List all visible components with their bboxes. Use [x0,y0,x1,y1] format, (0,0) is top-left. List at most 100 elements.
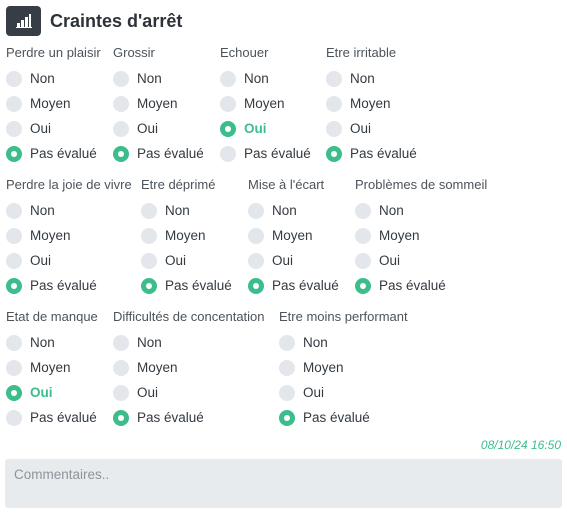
radio-unselected-icon[interactable] [248,253,264,269]
radio-unselected-icon[interactable] [220,96,236,112]
radio-unselected-icon[interactable] [279,385,295,401]
radio-option[interactable]: Non [6,71,55,87]
radio-unselected-icon[interactable] [6,96,22,112]
radio-option[interactable]: Moyen [355,228,420,244]
radio-selected-icon[interactable] [113,410,129,426]
radio-unselected-icon[interactable] [326,121,342,137]
radio-option[interactable]: Oui [6,385,53,401]
radio-unselected-icon[interactable] [141,228,157,244]
radio-option[interactable]: Pas évalué [6,410,97,426]
radio-option-label: Moyen [272,228,313,243]
radio-option[interactable]: Non [326,71,375,87]
comment-field[interactable] [5,459,562,508]
radio-option-label: Non [30,71,55,86]
radio-option[interactable]: Non [6,203,55,219]
radio-option-label: Pas évalué [379,278,446,293]
radio-unselected-icon[interactable] [355,203,371,219]
radio-unselected-icon[interactable] [141,253,157,269]
radio-option-label: Moyen [165,228,206,243]
radio-option-label: Moyen [30,96,71,111]
radio-option[interactable]: Oui [355,253,400,269]
radio-unselected-icon[interactable] [6,253,22,269]
radio-unselected-icon[interactable] [6,203,22,219]
radio-unselected-icon[interactable] [113,71,129,87]
radio-option[interactable]: Non [220,71,269,87]
radio-unselected-icon[interactable] [113,96,129,112]
radio-selected-icon[interactable] [6,278,22,294]
radio-option[interactable]: Moyen [6,96,71,112]
radio-option[interactable]: Pas évalué [279,410,370,426]
radio-unselected-icon[interactable] [113,335,129,351]
radio-option[interactable]: Oui [248,253,293,269]
radio-unselected-icon[interactable] [326,71,342,87]
radio-option[interactable]: Oui [279,385,324,401]
radio-option[interactable]: Non [279,335,328,351]
radio-option[interactable]: Pas évalué [220,146,311,162]
radio-unselected-icon[interactable] [355,253,371,269]
radio-option[interactable]: Moyen [326,96,391,112]
radio-option[interactable]: Oui [6,253,51,269]
radio-unselected-icon[interactable] [220,146,236,162]
radio-option[interactable]: Moyen [113,360,178,376]
radio-selected-icon[interactable] [6,146,22,162]
radio-group: Etre déprimé Non Moyen Oui Pas évalué [141,177,232,294]
radio-option[interactable]: Oui [326,121,371,137]
radio-option[interactable]: Oui [113,121,158,137]
radio-unselected-icon[interactable] [113,385,129,401]
radio-option-label: Non [30,203,55,218]
radio-option[interactable]: Non [355,203,404,219]
radio-option[interactable]: Non [113,71,162,87]
radio-option[interactable]: Pas évalué [141,278,232,294]
radio-unselected-icon[interactable] [248,228,264,244]
radio-unselected-icon[interactable] [6,228,22,244]
radio-unselected-icon[interactable] [6,410,22,426]
radio-unselected-icon[interactable] [113,360,129,376]
radio-unselected-icon[interactable] [6,121,22,137]
radio-unselected-icon[interactable] [248,203,264,219]
radio-selected-icon[interactable] [141,278,157,294]
radio-option[interactable]: Non [113,335,162,351]
radio-option[interactable]: Moyen [6,360,71,376]
radio-unselected-icon[interactable] [6,335,22,351]
radio-unselected-icon[interactable] [6,71,22,87]
radio-unselected-icon[interactable] [113,121,129,137]
radio-unselected-icon[interactable] [279,335,295,351]
radio-group: Perdre la joie de vivre Non Moyen Oui Pas év… [6,177,132,294]
radio-selected-icon[interactable] [279,410,295,426]
radio-option[interactable]: Pas évalué [113,410,204,426]
radio-unselected-icon[interactable] [279,360,295,376]
radio-option[interactable]: Oui [220,121,267,137]
radio-option[interactable]: Pas évalué [6,146,97,162]
radio-option[interactable]: Pas évalué [326,146,417,162]
radio-option[interactable]: Moyen [113,96,178,112]
radio-option[interactable]: Moyen [248,228,313,244]
radio-selected-icon[interactable] [248,278,264,294]
radio-selected-icon[interactable] [113,146,129,162]
radio-option[interactable]: Pas évalué [113,146,204,162]
radio-unselected-icon[interactable] [326,96,342,112]
radio-option-label: Non [137,71,162,86]
radio-option-label: Moyen [244,96,285,111]
radio-option[interactable]: Non [141,203,190,219]
radio-unselected-icon[interactable] [6,360,22,376]
radio-unselected-icon[interactable] [355,228,371,244]
radio-option[interactable]: Non [248,203,297,219]
radio-option[interactable]: Moyen [6,228,71,244]
radio-option[interactable]: Non [6,335,55,351]
radio-selected-icon[interactable] [6,385,22,401]
radio-option[interactable]: Pas évalué [6,278,97,294]
radio-unselected-icon[interactable] [220,71,236,87]
radio-option[interactable]: Pas évalué [248,278,339,294]
radio-selected-icon[interactable] [326,146,342,162]
radio-option[interactable]: Oui [113,385,158,401]
radio-option[interactable]: Oui [6,121,51,137]
radio-option[interactable]: Moyen [279,360,344,376]
radio-selected-icon[interactable] [355,278,371,294]
radio-selected-icon[interactable] [220,121,236,137]
radio-option[interactable]: Moyen [220,96,285,112]
radio-option[interactable]: Oui [141,253,186,269]
radio-unselected-icon[interactable] [141,203,157,219]
question-title: Problèmes de sommeil [355,177,488,192]
radio-option[interactable]: Moyen [141,228,206,244]
radio-option[interactable]: Pas évalué [355,278,446,294]
